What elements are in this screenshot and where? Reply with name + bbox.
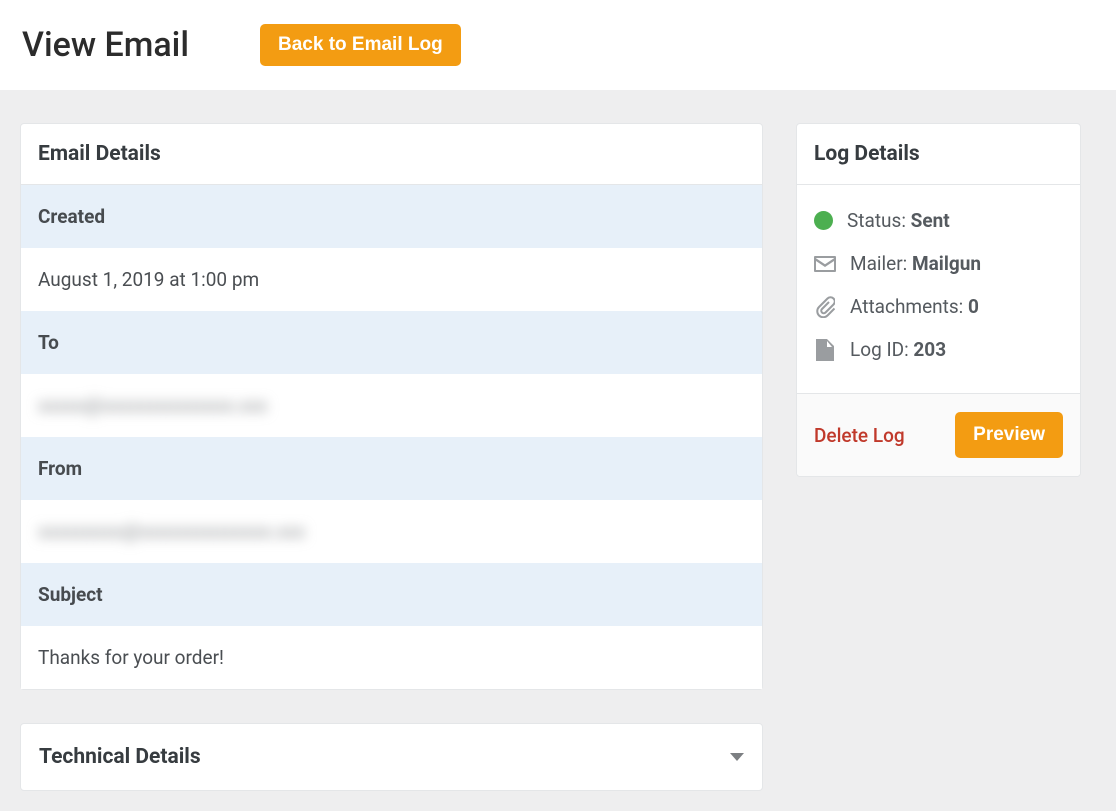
log-details-title: Log Details [797, 124, 1080, 185]
to-value: xxxxx@xxxxxxxxxxxxxx.xxx [21, 374, 762, 437]
from-value: xxxxxxxxx@xxxxxxxxxxxxxx.xxx [21, 500, 762, 563]
envelope-icon [814, 256, 836, 272]
mailer-text: Mailer: Mailgun [850, 252, 981, 275]
delete-log-link[interactable]: Delete Log [814, 424, 905, 447]
page-header: View Email Back to Email Log [0, 0, 1116, 90]
created-label: Created [21, 185, 762, 248]
email-details-panel: Email Details Created August 1, 2019 at … [20, 123, 763, 690]
attachments-text: Attachments: 0 [850, 295, 979, 318]
logid-text: Log ID: 203 [850, 338, 946, 361]
back-to-log-button[interactable]: Back to Email Log [260, 24, 461, 66]
subject-label: Subject [21, 563, 762, 626]
status-text: Status: Sent [847, 209, 950, 232]
mailer-row: Mailer: Mailgun [814, 242, 1063, 285]
technical-details-toggle[interactable]: Technical Details [20, 723, 763, 791]
attachments-row: Attachments: 0 [814, 285, 1063, 328]
document-icon [814, 339, 836, 361]
subject-value: Thanks for your order! [21, 626, 762, 689]
content-area: Email Details Created August 1, 2019 at … [0, 90, 1116, 811]
status-dot-icon [814, 211, 833, 230]
preview-button[interactable]: Preview [955, 412, 1063, 458]
chevron-down-icon [730, 753, 744, 761]
page-title: View Email [22, 25, 189, 65]
email-details-title: Email Details [21, 124, 762, 185]
technical-details-title: Technical Details [39, 745, 201, 769]
from-label: From [21, 437, 762, 500]
log-details-panel: Log Details Status: Sent Mailer: Mailgun [796, 123, 1081, 477]
logid-row: Log ID: 203 [814, 328, 1063, 371]
paperclip-icon [814, 296, 836, 318]
created-value: August 1, 2019 at 1:00 pm [21, 248, 762, 311]
status-row: Status: Sent [814, 199, 1063, 242]
to-label: To [21, 311, 762, 374]
